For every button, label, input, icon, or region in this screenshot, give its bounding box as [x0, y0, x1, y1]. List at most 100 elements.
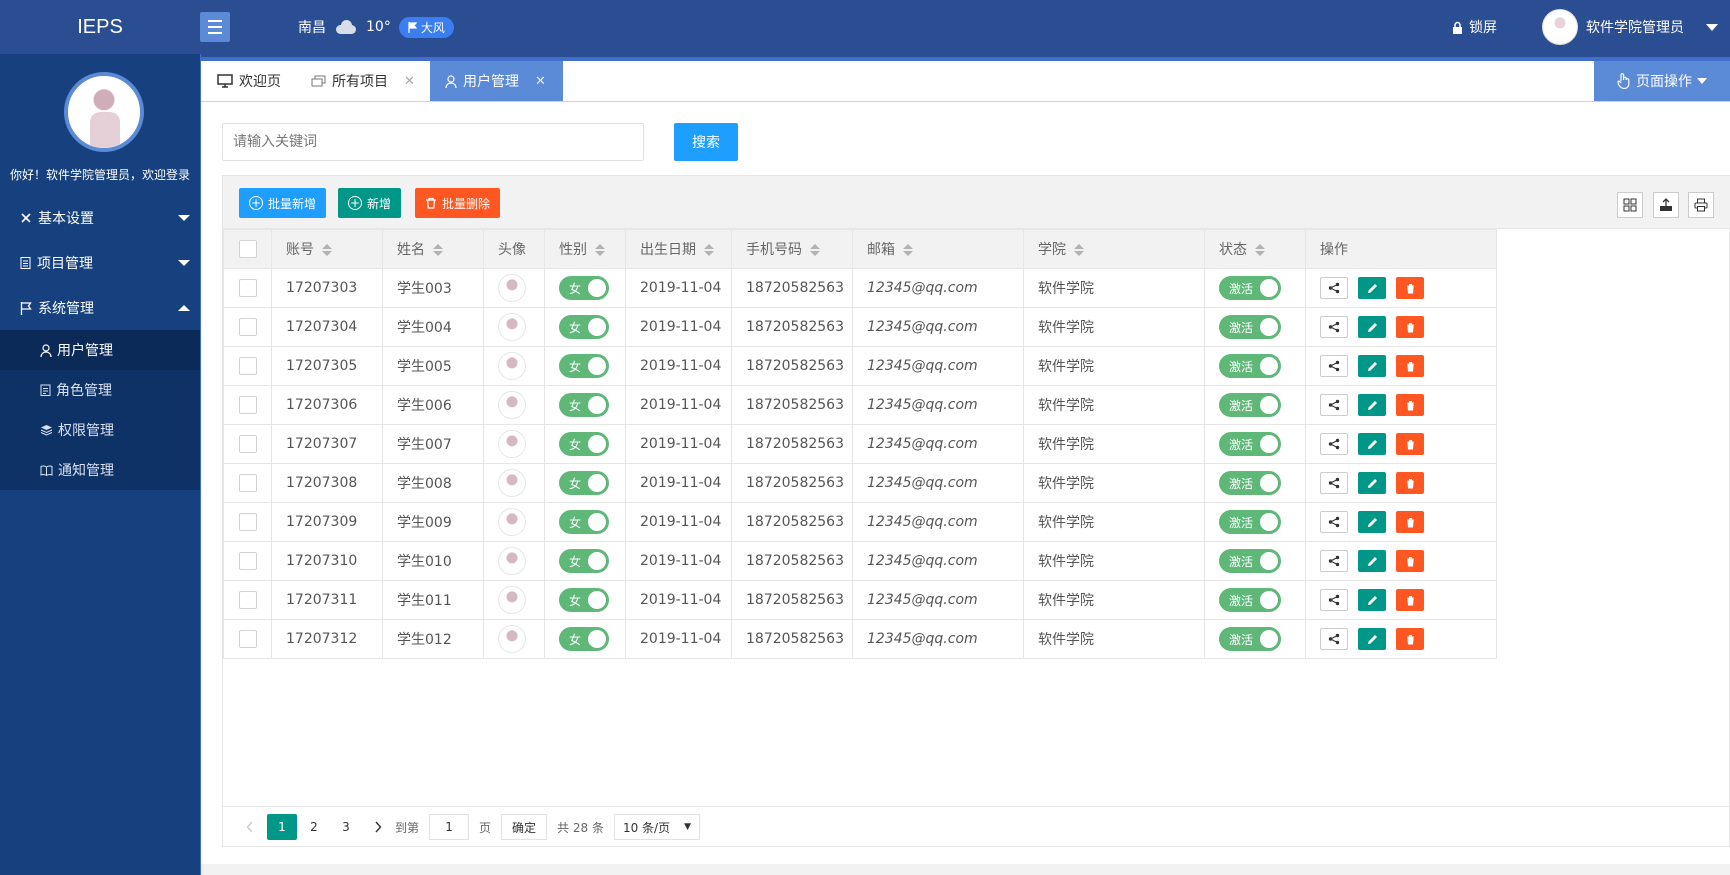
row-checkbox[interactable]: [238, 552, 257, 570]
row-checkbox[interactable]: [238, 474, 257, 492]
user-menu[interactable]: 软件学院管理员: [1542, 0, 1718, 54]
status-toggle[interactable]: 激活: [1219, 510, 1281, 534]
next-page-button[interactable]: [363, 814, 393, 840]
share-button[interactable]: [1320, 628, 1348, 650]
share-button[interactable]: [1320, 511, 1348, 533]
sort-icon[interactable]: [433, 244, 443, 256]
edit-button[interactable]: [1358, 472, 1386, 494]
column-header-phone[interactable]: 手机号码: [731, 229, 853, 269]
column-filter-button[interactable]: [1617, 192, 1643, 218]
page-button-2[interactable]: 2: [299, 814, 329, 840]
goto-confirm-button[interactable]: 确定: [501, 814, 548, 840]
menu-toggle-button[interactable]: [200, 12, 230, 42]
sex-toggle[interactable]: 女: [559, 549, 609, 573]
sort-icon[interactable]: [903, 244, 913, 256]
sex-toggle[interactable]: 女: [559, 393, 609, 417]
sidebar-item-system-management[interactable]: 系统管理: [0, 286, 200, 330]
delete-button[interactable]: [1396, 472, 1424, 494]
row-checkbox[interactable]: [238, 318, 257, 336]
sex-toggle[interactable]: 女: [559, 510, 609, 534]
column-header-email[interactable]: 邮箱: [852, 229, 1024, 269]
delete-button[interactable]: [1396, 433, 1424, 455]
page-operations-button[interactable]: 页面操作: [1594, 61, 1730, 101]
search-button[interactable]: 搜索: [674, 123, 738, 161]
tab-user-management[interactable]: 用户管理 ✕: [430, 61, 563, 101]
status-toggle[interactable]: 激活: [1219, 315, 1281, 339]
edit-button[interactable]: [1358, 589, 1386, 611]
column-header-account[interactable]: 账号: [271, 229, 383, 269]
delete-button[interactable]: [1396, 316, 1424, 338]
edit-button[interactable]: [1358, 511, 1386, 533]
tab-all-projects[interactable]: 所有项目 ✕: [311, 61, 415, 101]
prev-page-button[interactable]: [235, 814, 265, 840]
status-toggle[interactable]: 激活: [1219, 354, 1281, 378]
row-checkbox[interactable]: [238, 513, 257, 531]
sex-toggle[interactable]: 女: [559, 627, 609, 651]
delete-button[interactable]: [1396, 550, 1424, 572]
sex-toggle[interactable]: 女: [559, 471, 609, 495]
delete-button[interactable]: [1396, 394, 1424, 416]
row-checkbox[interactable]: [238, 357, 257, 375]
column-header-status[interactable]: 状态: [1204, 229, 1306, 269]
status-toggle[interactable]: 激活: [1219, 588, 1281, 612]
sidebar-item-basic-settings[interactable]: 基本设置: [0, 196, 200, 240]
sort-icon[interactable]: [322, 244, 332, 256]
delete-button[interactable]: [1396, 628, 1424, 650]
sort-icon[interactable]: [595, 244, 605, 256]
share-button[interactable]: [1320, 589, 1348, 611]
column-header-name[interactable]: 姓名: [382, 229, 484, 269]
column-header-college[interactable]: 学院: [1023, 229, 1205, 269]
batch-delete-button[interactable]: 批量删除: [415, 188, 501, 218]
row-checkbox[interactable]: [238, 279, 257, 297]
row-checkbox[interactable]: [238, 630, 257, 648]
edit-button[interactable]: [1358, 316, 1386, 338]
page-button-1[interactable]: 1: [267, 814, 297, 840]
sort-icon[interactable]: [1074, 244, 1084, 256]
page-button-3[interactable]: 3: [331, 814, 361, 840]
edit-button[interactable]: [1358, 355, 1386, 377]
sex-toggle[interactable]: 女: [559, 432, 609, 456]
sex-toggle[interactable]: 女: [559, 276, 609, 300]
delete-button[interactable]: [1396, 589, 1424, 611]
row-checkbox[interactable]: [238, 435, 257, 453]
app-logo[interactable]: IEPS: [0, 0, 200, 54]
sidebar-item-project-management[interactable]: 项目管理: [0, 241, 200, 285]
edit-button[interactable]: [1358, 628, 1386, 650]
status-toggle[interactable]: 激活: [1219, 549, 1281, 573]
close-icon[interactable]: ✕: [404, 74, 415, 89]
edit-button[interactable]: [1358, 550, 1386, 572]
search-input[interactable]: [222, 123, 644, 161]
share-button[interactable]: [1320, 550, 1348, 572]
sidebar-item-user-management[interactable]: 用户管理: [0, 330, 200, 370]
goto-page-input[interactable]: 1: [429, 814, 470, 840]
export-button[interactable]: [1653, 192, 1679, 218]
status-toggle[interactable]: 激活: [1219, 393, 1281, 417]
delete-button[interactable]: [1396, 277, 1424, 299]
share-button[interactable]: [1320, 277, 1348, 299]
edit-button[interactable]: [1358, 394, 1386, 416]
print-button[interactable]: [1688, 192, 1714, 218]
add-button[interactable]: + 新增: [338, 188, 402, 218]
status-toggle[interactable]: 激活: [1219, 432, 1281, 456]
column-header-birth[interactable]: 出生日期: [625, 229, 732, 269]
edit-button[interactable]: [1358, 433, 1386, 455]
status-toggle[interactable]: 激活: [1219, 276, 1281, 300]
row-checkbox[interactable]: [238, 591, 257, 609]
share-button[interactable]: [1320, 394, 1348, 416]
share-button[interactable]: [1320, 355, 1348, 377]
close-icon[interactable]: ✕: [535, 74, 546, 89]
share-button[interactable]: [1320, 316, 1348, 338]
lock-screen-button[interactable]: 锁屏: [1452, 0, 1497, 54]
status-toggle[interactable]: 激活: [1219, 627, 1281, 651]
status-toggle[interactable]: 激活: [1219, 471, 1281, 495]
sort-icon[interactable]: [704, 244, 714, 256]
sidebar-item-permission-management[interactable]: 权限管理: [0, 410, 200, 450]
delete-button[interactable]: [1396, 511, 1424, 533]
sort-icon[interactable]: [1255, 244, 1265, 256]
share-button[interactable]: [1320, 472, 1348, 494]
delete-button[interactable]: [1396, 355, 1424, 377]
tab-welcome[interactable]: 欢迎页: [217, 61, 281, 101]
sex-toggle[interactable]: 女: [559, 315, 609, 339]
sidebar-item-role-management[interactable]: 角色管理: [0, 370, 200, 410]
share-button[interactable]: [1320, 433, 1348, 455]
